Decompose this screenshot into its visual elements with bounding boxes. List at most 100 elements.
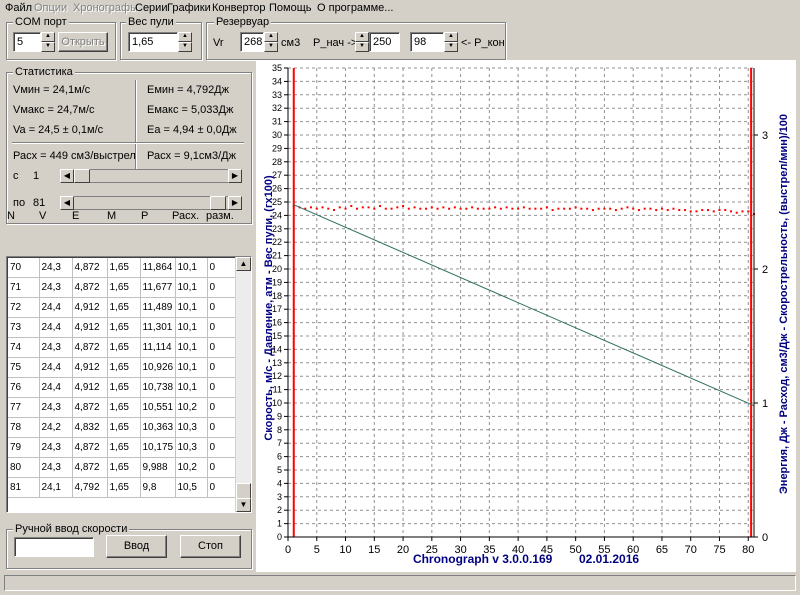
range-from-slider[interactable]: ◀ ▶: [60, 169, 242, 183]
spin-down-icon[interactable]: ▼: [41, 42, 55, 52]
spin-down-icon[interactable]: ▼: [355, 42, 369, 52]
menu-file[interactable]: Файл: [5, 2, 32, 14]
spin-down-icon[interactable]: ▼: [178, 42, 192, 52]
velocity-point: [425, 207, 428, 210]
velocity-point: [310, 206, 313, 209]
table-row[interactable]: 76 24,4 4,912 1,65 10,738 10,1 0: [8, 377, 238, 398]
table-row[interactable]: 70 24,3 4,872 1,65 11,864 10,1 0: [8, 258, 238, 278]
menu-options[interactable]: Опции: [34, 2, 67, 14]
cell-consumption: 10,3: [175, 417, 208, 438]
y-tick-label: 1: [277, 519, 282, 529]
y-tick-label: 9: [277, 411, 282, 421]
stop-button[interactable]: Стоп: [180, 535, 241, 558]
velocity-point: [528, 207, 531, 210]
menu-about[interactable]: О программе...: [317, 2, 393, 14]
open-port-button[interactable]: Открыть: [58, 32, 108, 52]
menu-charts[interactable]: Графики: [167, 2, 211, 14]
bullet-weight-field[interactable]: 1,65: [128, 32, 178, 52]
table-scroll-thumb[interactable]: [236, 483, 251, 499]
cell-n: 71: [8, 277, 40, 298]
vr-field[interactable]: 268: [240, 32, 264, 52]
cell-size: 0: [207, 417, 238, 438]
velocity-point: [643, 207, 646, 210]
menu-converter[interactable]: Конвертор: [212, 2, 265, 14]
cell-p: 11,864: [140, 258, 176, 278]
velocity-point: [574, 206, 577, 209]
velocity-point: [729, 210, 732, 213]
table-row[interactable]: 79 24,3 4,872 1,65 10,175 10,3 0: [8, 437, 238, 458]
y-tick-label: 5: [277, 465, 282, 475]
table-scrollbar[interactable]: ▲ ▼: [235, 257, 251, 512]
x-tick-label: 5: [314, 544, 320, 556]
table-row[interactable]: 75 24,4 4,912 1,65 10,926 10,1 0: [8, 357, 238, 378]
y-tick-label: 33: [272, 90, 282, 100]
cell-size: 0: [207, 258, 238, 278]
scroll-right-icon[interactable]: ▶: [228, 169, 242, 183]
cell-n: 77: [8, 397, 40, 418]
p-end-field[interactable]: 98: [410, 32, 444, 52]
spin-up-icon[interactable]: ▲: [178, 32, 192, 42]
y-tick-label: 3: [277, 492, 282, 502]
scroll-up-icon[interactable]: ▲: [236, 257, 251, 271]
table-row[interactable]: 80 24,3 4,872 1,65 9,988 10,2 0: [8, 457, 238, 478]
cell-p: 9,988: [140, 457, 176, 478]
range-to-thumb[interactable]: [210, 196, 226, 210]
table-row[interactable]: 77 24,3 4,872 1,65 10,551 10,2 0: [8, 397, 238, 418]
e-min: Eмин = 4,792Дж: [147, 84, 229, 96]
range-from-value: 1: [33, 170, 40, 182]
table-row[interactable]: 78 24,2 4,832 1,65 10,363 10,3 0: [8, 417, 238, 438]
p-start-spinner[interactable]: ▲ ▼: [355, 32, 369, 52]
com-port-field[interactable]: 5: [13, 32, 41, 52]
table-row[interactable]: 74 24,3 4,872 1,65 11,114 10,1 0: [8, 337, 238, 358]
scroll-down-icon[interactable]: ▼: [236, 498, 251, 512]
cell-n: 78: [8, 417, 40, 438]
y-tick-label: 34: [272, 76, 282, 86]
table-row[interactable]: 71 24,3 4,872 1,65 11,677 10,1 0: [8, 277, 238, 298]
cell-size: 0: [207, 457, 238, 478]
velocity-point: [706, 209, 709, 212]
velocity-point: [540, 207, 543, 210]
shots-table[interactable]: 70 24,3 4,872 1,65 11,864 10,1 0 71 24,3 4,872 1,6…: [6, 256, 252, 513]
scroll-right-icon[interactable]: ▶: [228, 196, 242, 210]
vr-spinner[interactable]: ▲ ▼: [264, 32, 278, 52]
menu-series[interactable]: Серии: [135, 2, 167, 14]
menu-chronographs[interactable]: Хронографы: [73, 2, 138, 14]
p-end-spinner[interactable]: ▲ ▼: [444, 32, 458, 52]
v-max: Vмакс = 24,7м/с: [13, 104, 95, 116]
cell-e: 4,912: [72, 357, 108, 378]
spin-up-icon[interactable]: ▲: [264, 32, 278, 42]
spin-down-icon[interactable]: ▼: [264, 42, 278, 52]
spin-up-icon[interactable]: ▲: [444, 32, 458, 42]
velocity-point: [545, 206, 548, 209]
table-row[interactable]: 73 24,4 4,912 1,65 11,301 10,1 0: [8, 317, 238, 338]
range-to-slider[interactable]: ◀ ▶: [60, 196, 242, 210]
cell-n: 72: [8, 297, 40, 318]
velocity-point: [321, 206, 324, 209]
spin-up-icon[interactable]: ▲: [355, 32, 369, 42]
table-row[interactable]: 72 24,4 4,912 1,65 11,489 10,1 0: [8, 297, 238, 318]
y-tick-label: 4: [277, 478, 282, 488]
v-avg: Va = 24,5 ± 0,1м/с: [13, 124, 104, 136]
bullet-weight-spinner[interactable]: ▲ ▼: [178, 32, 192, 52]
com-port-spinner[interactable]: ▲ ▼: [41, 32, 55, 52]
velocity-point: [413, 206, 416, 209]
spin-up-icon[interactable]: ▲: [41, 32, 55, 42]
scroll-left-icon[interactable]: ◀: [60, 196, 74, 210]
range-from-thumb[interactable]: [74, 169, 90, 183]
manual-speed-input[interactable]: [14, 537, 94, 557]
velocity-point: [402, 205, 405, 208]
p-start-field[interactable]: 250: [369, 32, 400, 52]
menu-help[interactable]: Помощь: [269, 2, 312, 14]
spin-down-icon[interactable]: ▼: [444, 42, 458, 52]
cell-m: 1,65: [107, 297, 141, 318]
menu-bar: Файл Опции Хронографы Серии Графики Конв…: [0, 0, 800, 16]
enter-button[interactable]: Ввод: [106, 535, 167, 558]
cell-n: 79: [8, 437, 40, 458]
cell-m: 1,65: [107, 277, 141, 298]
cell-n: 75: [8, 357, 40, 378]
scroll-left-icon[interactable]: ◀: [60, 169, 74, 183]
table-row[interactable]: 81 24,1 4,792 1,65 9,8 10,5 0: [8, 477, 238, 498]
statistics-title: Статистика: [13, 66, 75, 78]
range-to-label: по: [13, 197, 26, 209]
cell-v: 24,3: [39, 277, 73, 298]
